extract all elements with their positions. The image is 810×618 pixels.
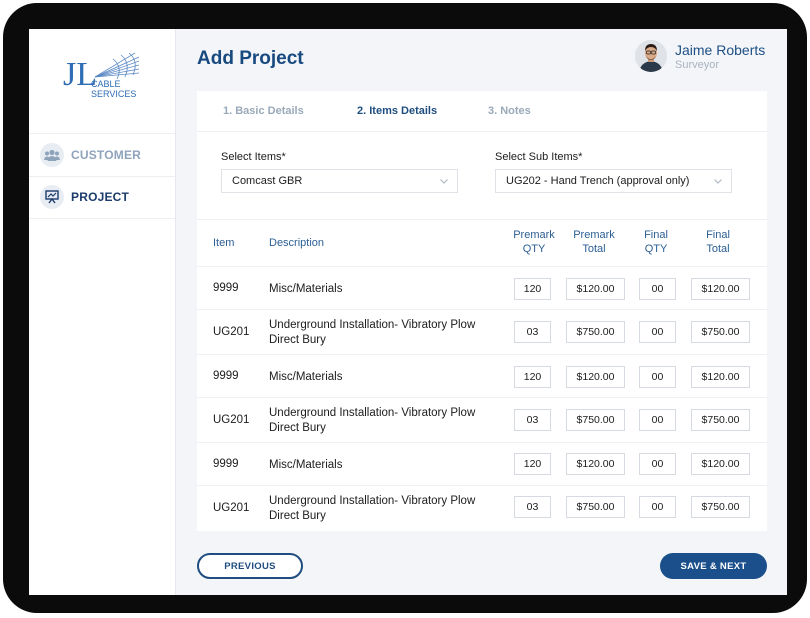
column-header-description: Description <box>269 237 325 249</box>
page-title: Add Project <box>197 48 304 69</box>
table-row: 9999 Misc/Materials 120 $120.00 00 $120.… <box>197 443 767 486</box>
company-logo: JL CABLE SERVICES <box>61 47 141 107</box>
svg-text:SERVICES: SERVICES <box>91 89 136 99</box>
item-description: Misc/Materials <box>269 371 343 383</box>
select-sub-items-dropdown[interactable]: UG202 - Hand Trench (approval only) <box>495 169 732 193</box>
table-row: 9999 Misc/Materials 120 $120.00 00 $120.… <box>197 355 767 398</box>
presentation-icon <box>40 185 64 209</box>
final-total-input[interactable]: $120.00 <box>691 366 750 388</box>
item-description: Underground Installation- Vibratory Plow… <box>269 407 476 434</box>
select-items-value: Comcast GBR <box>232 175 303 187</box>
final-total-input[interactable]: $750.00 <box>691 409 750 431</box>
table-row: 9999 Misc/Materials 120 $120.00 00 $120.… <box>197 266 767 310</box>
final-total-input[interactable]: $750.00 <box>691 321 750 343</box>
items-table-header: Item Description Premark QTY Premark Total… <box>197 219 767 267</box>
users-icon <box>40 143 64 167</box>
premark-qty-input[interactable]: 120 <box>514 278 551 300</box>
item-description: Misc/Materials <box>269 459 343 471</box>
table-row: UG201 Underground Installation- Vibrator… <box>197 310 767 355</box>
final-qty-input[interactable]: 00 <box>639 409 676 431</box>
final-qty-input[interactable]: 00 <box>639 496 676 518</box>
column-header-final-total: Final Total <box>706 229 730 255</box>
final-qty-input[interactable]: 00 <box>639 321 676 343</box>
sidebar-item-customer[interactable]: CUSTOMER <box>29 133 175 177</box>
final-total-input[interactable]: $750.00 <box>691 496 750 518</box>
premark-qty-input[interactable]: 03 <box>514 496 551 518</box>
avatar[interactable] <box>635 40 667 72</box>
final-total-input[interactable]: $120.00 <box>691 453 750 475</box>
premark-qty-input[interactable]: 120 <box>514 366 551 388</box>
item-description: Misc/Materials <box>269 283 343 295</box>
wizard-tabs: 1. Basic Details 2. Items Details 3. Not… <box>197 91 767 132</box>
sidebar-item-project[interactable]: PROJECT <box>29 176 175 219</box>
select-items-label: Select Items* <box>221 151 286 163</box>
sidebar-item-label: PROJECT <box>71 190 130 204</box>
user-profile[interactable]: Jaime Roberts Surveyor <box>635 40 785 74</box>
premark-total-input[interactable]: $750.00 <box>566 409 625 431</box>
sidebar: JL CABLE SERVICES CUSTOMER PROJECT <box>29 29 176 595</box>
premark-total-input[interactable]: $120.00 <box>566 453 625 475</box>
premark-total-input[interactable]: $750.00 <box>566 321 625 343</box>
final-total-input[interactable]: $120.00 <box>691 278 750 300</box>
premark-total-input[interactable]: $750.00 <box>566 496 625 518</box>
item-code: 9999 <box>213 458 239 470</box>
table-row: UG201 Underground Installation- Vibrator… <box>197 398 767 443</box>
column-header-item: Item <box>213 237 235 249</box>
items-details-card: 1. Basic Details 2. Items Details 3. Not… <box>197 91 767 531</box>
item-code: UG201 <box>213 326 250 338</box>
premark-qty-input[interactable]: 03 <box>514 321 551 343</box>
final-qty-input[interactable]: 00 <box>639 366 676 388</box>
user-role: Surveyor <box>675 59 720 71</box>
final-qty-input[interactable]: 00 <box>639 278 676 300</box>
select-sub-items-label: Select Sub Items* <box>495 151 583 163</box>
item-code: 9999 <box>213 370 239 382</box>
premark-qty-input[interactable]: 120 <box>514 453 551 475</box>
column-header-final-qty: Final QTY <box>644 229 668 255</box>
premark-total-input[interactable]: $120.00 <box>566 278 625 300</box>
chevron-down-icon <box>714 179 722 184</box>
previous-button[interactable]: PREVIOUS <box>197 553 303 579</box>
column-header-premark-total: Premark Total <box>573 229 615 255</box>
premark-total-input[interactable]: $120.00 <box>566 366 625 388</box>
tablet-frame: JL CABLE SERVICES CUSTOMER PROJECT Add P… <box>3 3 807 613</box>
item-code: UG201 <box>213 502 250 514</box>
column-header-premark-qty: Premark QTY <box>513 229 555 255</box>
save-and-next-button[interactable]: SAVE & NEXT <box>660 553 767 579</box>
user-name: Jaime Roberts <box>675 42 766 58</box>
tab-items-details[interactable]: 2. Items Details <box>357 105 437 117</box>
select-sub-items-value: UG202 - Hand Trench (approval only) <box>506 175 690 187</box>
item-description: Underground Installation- Vibratory Plow… <box>269 319 476 346</box>
select-items-dropdown[interactable]: Comcast GBR <box>221 169 458 193</box>
sidebar-item-label: CUSTOMER <box>71 148 142 162</box>
tab-notes[interactable]: 3. Notes <box>488 105 531 117</box>
item-code: UG201 <box>213 414 250 426</box>
svg-text:CABLE: CABLE <box>91 79 121 89</box>
app-screen: JL CABLE SERVICES CUSTOMER PROJECT Add P… <box>29 29 787 595</box>
item-description: Underground Installation- Vibratory Plow… <box>269 495 476 522</box>
table-row: UG201 Underground Installation- Vibrator… <box>197 486 767 531</box>
tab-basic-details[interactable]: 1. Basic Details <box>223 105 304 117</box>
premark-qty-input[interactable]: 03 <box>514 409 551 431</box>
item-code: 9999 <box>213 282 239 294</box>
chevron-down-icon <box>440 179 448 184</box>
final-qty-input[interactable]: 00 <box>639 453 676 475</box>
